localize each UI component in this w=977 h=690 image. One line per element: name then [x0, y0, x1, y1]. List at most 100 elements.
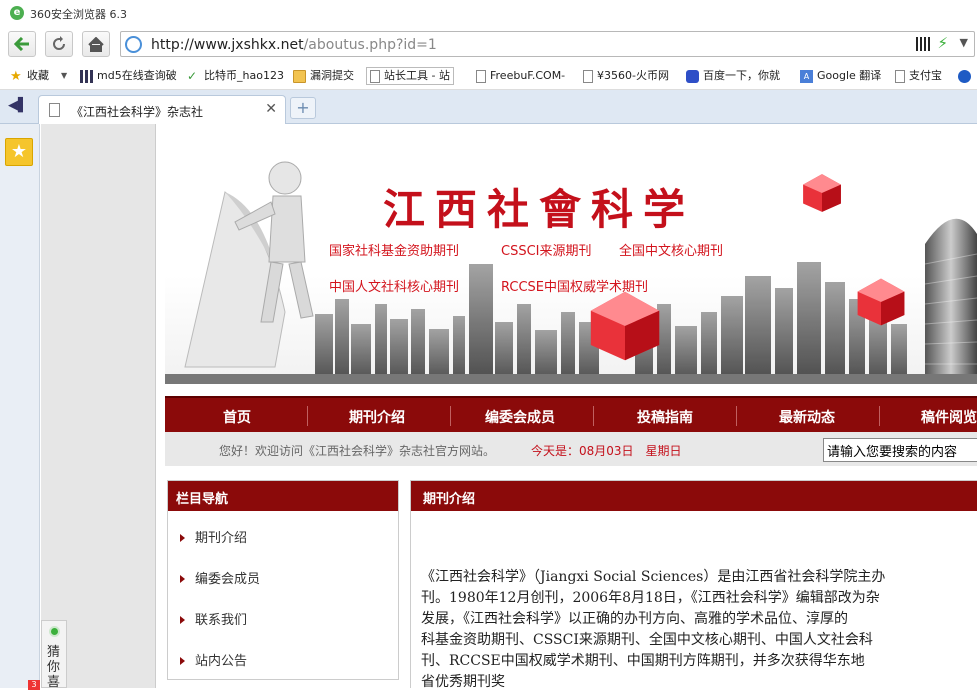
bookmark-label: Google 翻译 — [817, 69, 882, 82]
menu-editorial-board[interactable]: 编委会成员 — [485, 407, 555, 427]
url-path: /aboutus.php?id=1 — [303, 37, 437, 53]
browser-title: 360安全浏览器 6.3 — [30, 8, 127, 21]
browser-nav-bar: http://www.jxshkx.net/aboutus.php?id=1 ⚡… — [0, 28, 977, 62]
nav-item-contact[interactable]: 联系我们 — [180, 609, 247, 628]
baidu-paw-icon — [686, 69, 699, 83]
qr-code-icon[interactable] — [916, 37, 930, 51]
bookmark-hao123[interactable]: ✓ 比特币_hao123 — [187, 67, 284, 85]
star-add-icon: ★ — [10, 68, 22, 84]
bookmark-huobi[interactable]: ¥3560-火币网 — [583, 67, 669, 85]
tab-active[interactable]: 《江西社会科学》杂志社 ✕ — [38, 95, 286, 125]
page-icon — [476, 69, 486, 83]
bookmark-label: ¥3560-火币网 — [597, 69, 669, 82]
content-body: 《江西社会科学》（Jiangxi Social Sciences）是由江西省社会… — [421, 567, 977, 688]
nav-item-journal-intro[interactable]: 期刊介绍 — [180, 527, 247, 546]
bookmark-freebuf[interactable]: FreebuF.COM- — [476, 67, 565, 85]
red-cube-image — [857, 278, 905, 326]
content-line: 刊、RCCSE中国权威学术期刊、中国期刊方阵期刊，并多次获得华东地 — [421, 653, 865, 669]
menu-separator — [879, 406, 880, 426]
nav-item-label: 期刊介绍 — [195, 531, 248, 546]
welcome-text: 您好！欢迎访问《江西社会科学》杂志社官方网站。 — [219, 444, 496, 458]
red-cube-image — [803, 174, 841, 212]
address-bar[interactable]: http://www.jxshkx.net/aboutus.php?id=1 ⚡… — [120, 31, 975, 57]
column-nav: 栏目导航 期刊介绍 编委会成员 联系我们 站内公告 — [167, 480, 399, 680]
main-menu: 首页 期刊介绍 编委会成员 投稿指南 最新动态 稿件阅览 — [165, 396, 977, 432]
menu-separator — [450, 406, 451, 426]
url-domain: http://www.jxshkx.net — [151, 37, 304, 53]
bookmark-google-translate[interactable]: A Google 翻译 — [800, 67, 881, 85]
bookmark-webmaster[interactable]: 站长工具 - 站 — [366, 67, 454, 85]
browser-logo-icon: e — [10, 6, 24, 20]
welcome-bar: 您好！欢迎访问《江西社会科学》杂志社官方网站。 今天是：08月03日 星期日 — [165, 432, 977, 466]
menu-submission-guide[interactable]: 投稿指南 — [637, 407, 693, 427]
bookmark-label: 漏洞提交 — [310, 69, 354, 82]
notification-badge: 3 — [28, 680, 40, 690]
back-button[interactable] — [8, 31, 36, 57]
speed-mode-icon[interactable]: ⚡ — [937, 34, 948, 52]
site-search-input[interactable] — [823, 438, 977, 462]
translate-icon: A — [800, 69, 813, 83]
chevron-down-icon: ▼ — [61, 71, 68, 80]
bookmark-md5[interactable]: md5在线查询破 — [80, 67, 177, 85]
triangle-right-icon — [180, 616, 185, 624]
today-date: 今天是：08月03日 星期日 — [531, 444, 682, 458]
nav-item-label: 编委会成员 — [195, 572, 261, 587]
column-nav-title: 栏目导航 — [168, 481, 398, 511]
nav-item-label: 联系我们 — [195, 613, 248, 628]
web-page: 江西社會科学 国家社科基金资助期刊 CSSCI来源期刊 全国中文核心期刊 中国人… — [157, 124, 977, 688]
banner-title: 江西社會科学 — [383, 185, 696, 234]
refresh-icon — [53, 36, 65, 50]
browser-sidebar: ★ — [0, 124, 40, 688]
guess-label: 猜你喜 — [47, 645, 61, 690]
site-banner: 江西社會科学 国家社科基金资助期刊 CSSCI来源期刊 全国中文核心期刊 中国人… — [165, 142, 977, 384]
refresh-button[interactable] — [45, 31, 73, 57]
banner-tag: 中国人文社科核心期刊 — [329, 280, 460, 295]
menu-manuscript-review[interactable]: 稿件阅览 — [921, 407, 977, 427]
page-left-margin — [41, 124, 156, 688]
site-security-icon — [125, 36, 142, 53]
home-button[interactable] — [82, 31, 110, 57]
nav-item-editorial-board[interactable]: 编委会成员 — [180, 568, 260, 587]
folder-icon — [293, 69, 306, 83]
close-tab-icon[interactable]: ✕ — [265, 101, 277, 117]
red-cube-image — [590, 291, 660, 361]
nav-item-announcements[interactable]: 站内公告 — [180, 650, 247, 669]
banner-tag: CSSCI来源期刊 — [501, 244, 592, 259]
tab-title: 《江西社会科学》杂志社 — [71, 105, 204, 119]
bookmarks-bar: ★ 收藏 ▼ md5在线查询破 ✓ 比特币_hao123 漏洞提交 站长工具 - 站 … — [0, 62, 977, 90]
content-line: 省优秀期刊奖 — [421, 674, 505, 688]
status-dot-icon — [49, 626, 60, 637]
bookmark-alipay[interactable]: 支付宝 — [895, 67, 942, 85]
bookmark-label: 支付宝 — [909, 69, 942, 82]
menu-home[interactable]: 首页 — [223, 407, 251, 427]
favorites-star-icon[interactable]: ★ — [5, 138, 33, 166]
browser-title-bar: e 360安全浏览器 6.3 — [0, 0, 977, 28]
triangle-right-icon — [180, 534, 185, 542]
content-line: 发展，《江西社会科学》以正确的办刊方向、高雅的学术品位、淳厚的 — [421, 611, 848, 627]
sidebar-toggle-icon[interactable]: ◀▌ — [8, 98, 28, 113]
banner-tag: 全国中文核心期刊 — [619, 244, 724, 259]
bookmark-vuln[interactable]: 漏洞提交 — [293, 67, 354, 85]
3d-figure-image — [184, 161, 314, 368]
address-url[interactable]: http://www.jxshkx.net/aboutus.php?id=1 — [151, 37, 437, 53]
bookmark-label: 比特币_hao123 — [204, 69, 284, 82]
content-line: 科基金资助期刊、CSSCI来源期刊、全国中文核心期刊、中国人文社会科 — [421, 632, 873, 648]
menu-latest-news[interactable]: 最新动态 — [779, 407, 835, 427]
menu-separator — [736, 406, 737, 426]
menu-journal-intro[interactable]: 期刊介绍 — [349, 407, 405, 427]
content-panel: 期刊介绍 《江西社会科学》（Jiangxi Social Sciences）是由… — [410, 480, 977, 688]
tab-bar: ◀▌ 《江西社会科学》杂志社 ✕ + — [0, 90, 977, 125]
guess-you-like-panel[interactable]: 猜你喜 — [41, 620, 67, 690]
new-tab-button[interactable]: + — [290, 97, 316, 119]
bookmark-label: md5在线查询破 — [97, 69, 177, 82]
address-dropdown-icon[interactable]: ▼ — [960, 36, 968, 49]
triangle-right-icon — [180, 657, 185, 665]
page-icon — [370, 69, 380, 83]
bookmark-label: 收藏 — [27, 69, 49, 82]
bookmark-baidu[interactable]: 百度一下，你就 — [686, 67, 780, 85]
back-arrow-icon — [14, 37, 29, 51]
bookmark-favorites[interactable]: ★ 收藏 ▼ — [10, 67, 67, 85]
triangle-right-icon — [180, 575, 185, 583]
page-icon — [895, 69, 905, 83]
bookmark-more[interactable] — [958, 67, 971, 85]
